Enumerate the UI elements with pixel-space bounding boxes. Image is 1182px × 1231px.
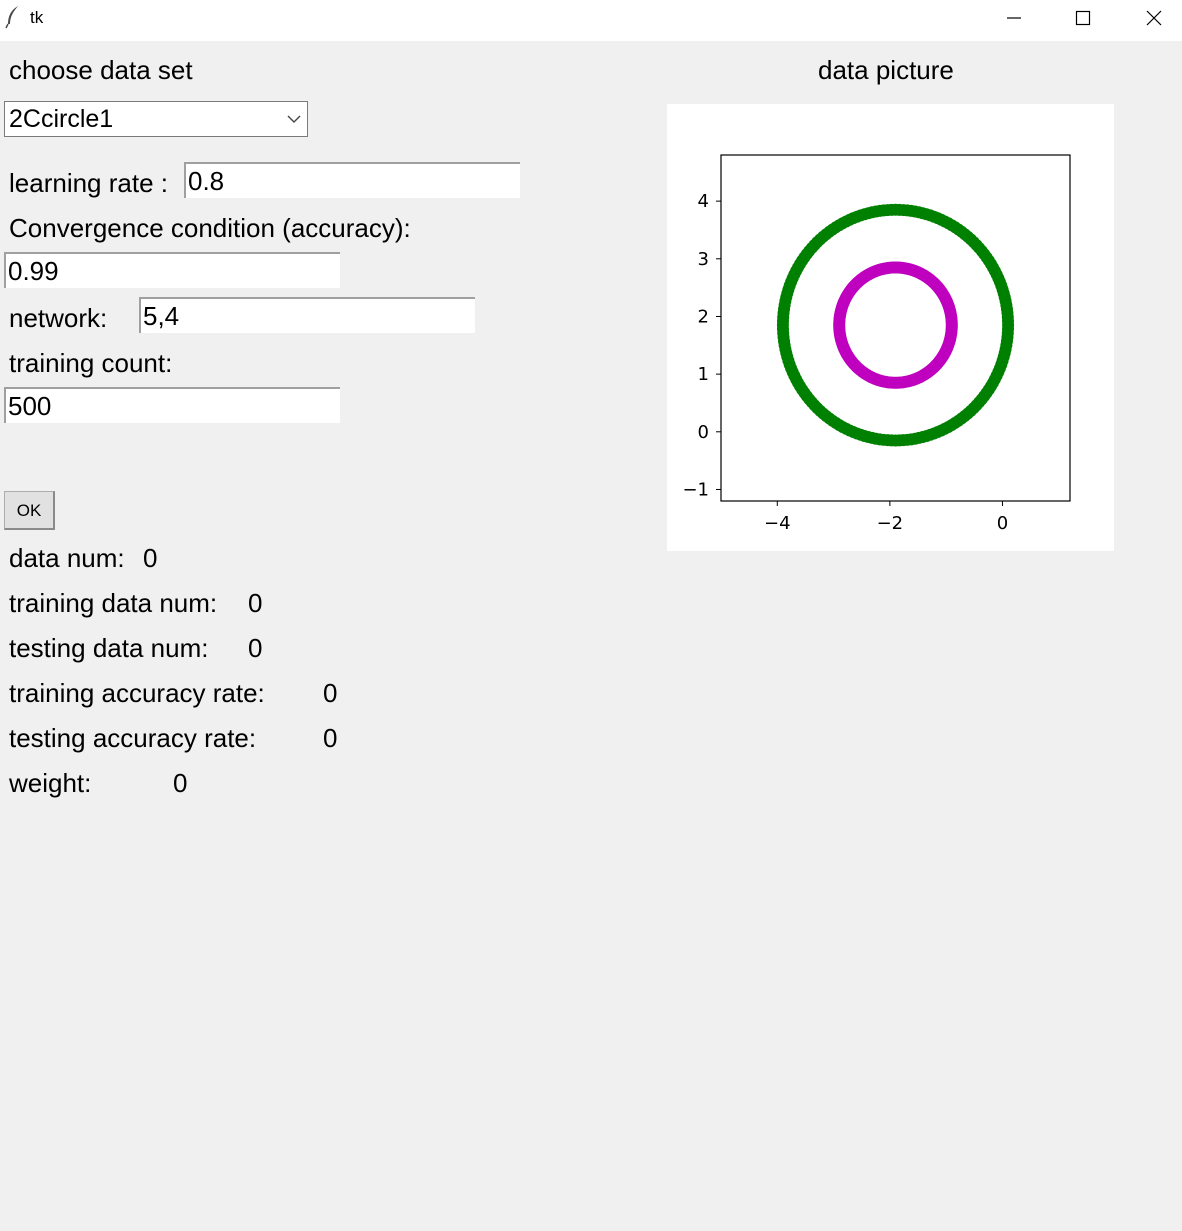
training-accuracy-label: training accuracy rate: xyxy=(9,678,265,708)
close-button[interactable] xyxy=(1131,0,1177,36)
network-input[interactable] xyxy=(139,297,475,333)
y-tick-label: 1 xyxy=(698,364,709,385)
minimize-icon xyxy=(1007,17,1021,19)
ok-button[interactable]: OK xyxy=(4,491,55,530)
testing-accuracy-label: testing accuracy rate: xyxy=(9,723,257,753)
window-titlebar: tk xyxy=(0,0,1182,41)
training-count-label: training count: xyxy=(9,348,173,378)
y-tick-label: 4 xyxy=(698,191,709,212)
convergence-label: Convergence condition (accuracy): xyxy=(9,213,411,243)
x-tick-label: −2 xyxy=(877,513,904,534)
data-picture-title: data picture xyxy=(818,55,954,85)
data-plot-svg: −4 −2 0 −1 0 1 2 3 4 xyxy=(682,154,1071,534)
maximize-icon xyxy=(1075,10,1091,26)
weight-value: 0 xyxy=(173,768,188,798)
x-tick-label: 0 xyxy=(997,513,1008,534)
training-data-num-label: training data num: xyxy=(9,588,218,618)
network-label: network: xyxy=(9,303,108,333)
training-data-num-value: 0 xyxy=(248,588,263,618)
window-title: tk xyxy=(30,8,44,27)
testing-data-num-label: testing data num: xyxy=(9,633,209,663)
data-plot: −4 −2 0 −1 0 1 2 3 4 xyxy=(667,104,1114,551)
y-tick-label: 2 xyxy=(698,306,709,327)
y-tick-label: −1 xyxy=(682,479,709,500)
choose-dataset-label: choose data set xyxy=(9,55,193,85)
testing-accuracy-value: 0 xyxy=(323,723,338,753)
x-tick-label: −4 xyxy=(764,513,791,534)
data-num-value: 0 xyxy=(143,543,158,573)
chevron-down-icon xyxy=(287,115,301,123)
data-num-label: data num: xyxy=(9,543,125,573)
dataset-combobox[interactable]: 2Ccircle1 xyxy=(4,101,308,137)
training-accuracy-value: 0 xyxy=(323,678,338,708)
learning-rate-label: learning rate : xyxy=(9,168,168,198)
maximize-button[interactable] xyxy=(1060,0,1106,36)
data-point xyxy=(1002,323,1015,336)
learning-rate-input[interactable] xyxy=(184,162,520,198)
weight-label: weight: xyxy=(9,768,92,798)
testing-data-num-value: 0 xyxy=(248,633,263,663)
convergence-input[interactable] xyxy=(4,252,340,288)
training-count-input[interactable] xyxy=(4,387,340,423)
close-icon xyxy=(1146,10,1162,26)
data-point xyxy=(945,321,958,334)
feather-icon xyxy=(5,6,18,29)
y-tick-label: 0 xyxy=(698,422,709,443)
y-tick-label: 3 xyxy=(698,249,709,270)
minimize-button[interactable] xyxy=(991,0,1037,36)
dataset-selected-value: 2Ccircle1 xyxy=(9,105,114,133)
